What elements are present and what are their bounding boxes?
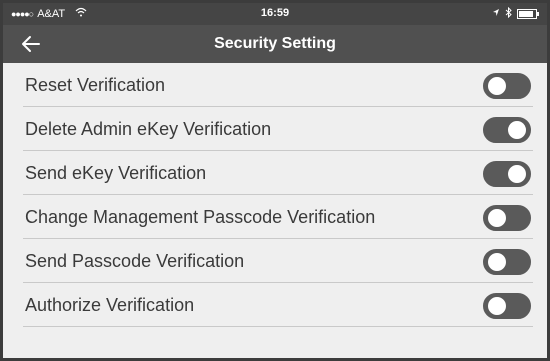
bluetooth-icon (505, 6, 512, 21)
battery-icon (517, 9, 539, 19)
setting-label: Delete Admin eKey Verification (25, 119, 272, 139)
settings-list: Reset Verification Delete Admin eKey Ver… (3, 63, 547, 327)
authorize-verification-toggle[interactable] (483, 293, 531, 319)
send-passcode-verification-toggle[interactable] (483, 249, 531, 275)
toggle-knob (487, 208, 507, 228)
delete-admin-ekey-verification-toggle[interactable] (483, 117, 531, 143)
setting-row-send-passcode-verification: Send Passcode Verification (23, 239, 533, 283)
setting-label: Reset Verification (25, 75, 166, 95)
status-time: 16:59 (260, 7, 290, 19)
setting-row-delete-admin-ekey-verification: Delete Admin eKey Verification (23, 107, 533, 151)
navigation-bar: Security Setting (3, 25, 547, 63)
toggle-knob (507, 120, 527, 140)
page-title: Security Setting (214, 35, 336, 52)
phone-screen: ●●●●○ A&AT 16:59 Security Setting Reset … (0, 0, 550, 361)
setting-row-send-ekey-verification: Send eKey Verification (23, 151, 533, 195)
setting-row-reset-verification: Reset Verification (23, 63, 533, 107)
reset-verification-toggle[interactable] (483, 73, 531, 99)
toggle-knob (487, 296, 507, 316)
status-right (492, 6, 539, 21)
toggle-knob (487, 252, 507, 272)
setting-label: Send eKey Verification (25, 163, 207, 183)
send-ekey-verification-toggle[interactable] (483, 161, 531, 187)
toggle-knob (487, 76, 507, 96)
toggle-knob (507, 164, 527, 184)
setting-label: Change Management Passcode Verification (25, 207, 376, 227)
status-bar: ●●●●○ A&AT 16:59 (3, 3, 547, 25)
change-management-passcode-verification-toggle[interactable] (483, 205, 531, 231)
setting-row-change-management-passcode-verification: Change Management Passcode Verification (23, 195, 533, 239)
location-icon (492, 8, 500, 20)
setting-label: Send Passcode Verification (25, 251, 245, 271)
setting-label: Authorize Verification (25, 295, 195, 315)
setting-row-authorize-verification: Authorize Verification (23, 283, 533, 327)
